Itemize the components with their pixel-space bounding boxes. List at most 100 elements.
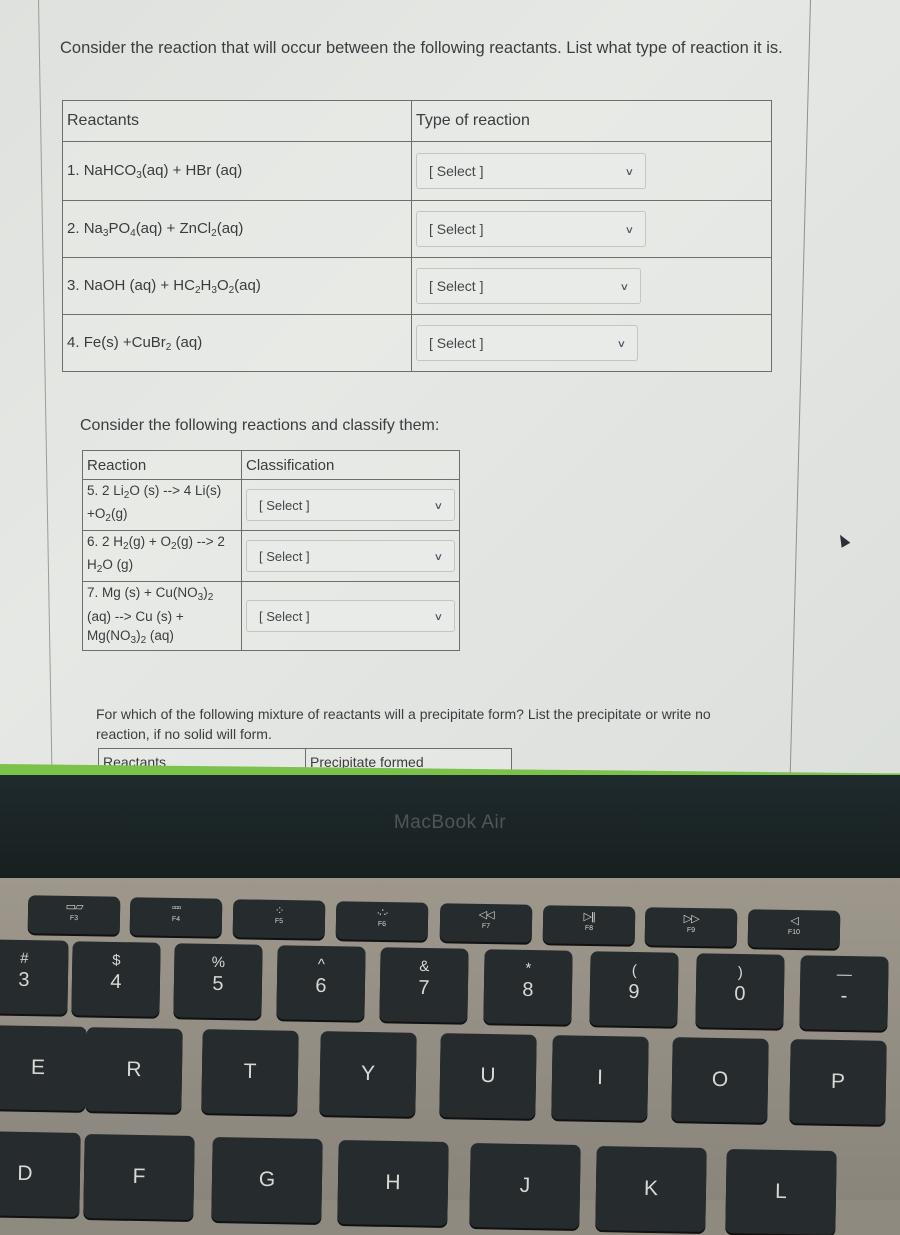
row-number: 1. — [67, 161, 84, 179]
chevron-down-icon: ∨ — [616, 338, 627, 350]
classification-select-5[interactable]: [ Select ] ∨ — [246, 489, 455, 521]
key-7[interactable]: & 7 — [379, 947, 469, 1023]
formula-text: (aq) — [216, 219, 244, 237]
key-6[interactable]: ^ 6 — [276, 945, 366, 1021]
row-formula: 2. Na3PO4(aq) + ZnCl2(aq) — [67, 219, 244, 239]
fast-forward-icon: ▷▷ — [683, 912, 699, 926]
key-9[interactable]: (9 — [589, 951, 679, 1027]
function-key-label: F8 — [584, 924, 594, 933]
reaction-cell: 5. 2 Li2O (s) --> 4 Li(s) +O2(g) — [82, 479, 242, 531]
chevron-down-icon: ∨ — [433, 611, 444, 623]
row-number: 2. — [67, 219, 84, 237]
key-f4[interactable]: ▫▫▫ F4 — [129, 897, 223, 937]
key-f7[interactable]: ◁◁ F7 — [439, 903, 533, 943]
chevron-down-icon: ∨ — [433, 551, 444, 563]
key-label: R — [126, 1057, 142, 1082]
table-row: 5. 2 Li2O (s) --> 4 Li(s) +O2(g) [ Selec… — [82, 479, 460, 531]
formula-text: (aq) + ZnCl — [135, 219, 212, 237]
key-o[interactable]: O — [671, 1037, 769, 1123]
key-main-symbol: 5 — [212, 972, 224, 996]
formula-text: (g) — [110, 506, 128, 521]
keyboard: ▭▱ F3 ▫▫▫ F4 ·:· F5 ·∴· F6 ◁◁ F7 ▷|| F8 ▷▷ F9 ◁ F10 #3 $… — [0, 878, 900, 1235]
formula-text: (g) + O — [128, 534, 171, 549]
key-f[interactable]: F — [83, 1134, 195, 1220]
reaction-header: Reaction — [82, 450, 242, 480]
key-t[interactable]: T — [201, 1029, 299, 1115]
key-g[interactable]: G — [211, 1137, 323, 1223]
row-number: 5. — [87, 483, 103, 498]
function-key-label: F4 — [171, 915, 181, 924]
key-f6[interactable]: ·∴· F6 — [335, 901, 429, 941]
key-5[interactable]: % 5 — [173, 943, 263, 1019]
reaction-type-select-4[interactable]: [ Select ] ∨ — [416, 325, 638, 361]
key-f5[interactable]: ·:· F5 — [232, 899, 326, 939]
key-8[interactable]: * 8 — [483, 949, 573, 1025]
type-of-reaction-header: Type of reaction — [411, 100, 772, 142]
keyboard-brightness-up-icon: ·∴· — [376, 906, 388, 920]
key-shift-symbol: ) — [737, 963, 743, 982]
table-row: 3. NaOH (aq) + HC2H3O2(aq) [ Select ] ∨ — [62, 257, 772, 315]
reactants-header: Reactants — [62, 100, 412, 142]
keyboard-brightness-down-icon: ·:· — [275, 903, 283, 917]
key-u[interactable]: U — [439, 1033, 537, 1119]
key-label: Y — [360, 1061, 376, 1086]
key-e[interactable]: E — [0, 1025, 87, 1111]
formula-text: O — [216, 276, 229, 294]
row-formula: 6. 2 H2(g) + O2(g) --> 2 H2O (g) — [87, 534, 225, 575]
laptop-screen: Consider the reaction that will occur be… — [0, 0, 900, 775]
classification-select-7[interactable]: [ Select ] ∨ — [246, 600, 455, 632]
key-main-symbol: 9 — [628, 980, 640, 1004]
key-main-symbol: 3 — [18, 968, 30, 992]
select-cell: [ Select ] ∨ — [411, 200, 772, 258]
reaction-type-select-1[interactable]: [ Select ] ∨ — [416, 153, 646, 189]
key--[interactable]: — - — [799, 955, 889, 1031]
content-right-border — [789, 0, 811, 775]
key-f9[interactable]: ▷▷ F9 — [644, 907, 738, 947]
row-formula: 5. 2 Li2O (s) --> 4 Li(s) +O2(g) — [87, 483, 221, 524]
play-pause-icon: ▷|| — [583, 910, 595, 924]
key-4[interactable]: $4 — [71, 941, 161, 1017]
select-value: [ Select ] — [429, 278, 484, 294]
key-label: E — [30, 1055, 46, 1080]
mute-icon: ◁ — [790, 914, 798, 928]
key-p[interactable]: P — [789, 1039, 887, 1125]
key-l[interactable]: L — [725, 1149, 837, 1235]
formula-text: Fe(s) +CuBr — [83, 333, 166, 351]
key-k[interactable]: K — [595, 1146, 707, 1232]
key-f10[interactable]: ◁ F10 — [747, 909, 841, 949]
formula-text: NaOH (aq) + HC — [83, 276, 195, 294]
key-main-symbol: 6 — [315, 974, 327, 998]
key-label: H — [385, 1170, 401, 1195]
reaction-cell: 7. Mg (s) + Cu(NO3)2 (aq) --> Cu (s) + M… — [82, 581, 242, 651]
key-shift-symbol: ( — [631, 961, 637, 980]
select-value: [ Select ] — [259, 608, 310, 624]
formula-text: H — [200, 276, 212, 294]
function-key-label: F7 — [481, 922, 491, 931]
key-h[interactable]: H — [337, 1140, 449, 1226]
select-cell: [ Select ] ∨ — [241, 479, 460, 531]
formula-text: PO — [108, 219, 131, 237]
key-label: T — [243, 1059, 257, 1084]
select-cell: [ Select ] ∨ — [411, 257, 772, 315]
key-r[interactable]: R — [85, 1027, 183, 1113]
key-shift-symbol: ^ — [317, 955, 325, 974]
reaction-type-select-2[interactable]: [ Select ] ∨ — [416, 211, 646, 247]
select-value: [ Select ] — [429, 221, 484, 237]
classification-select-6[interactable]: [ Select ] ∨ — [246, 540, 455, 572]
formula-text: Mg (s) + Cu(NO — [102, 584, 198, 600]
formula-text: NaHCO — [83, 161, 137, 179]
key-f8[interactable]: ▷|| F8 — [542, 905, 636, 945]
key-j[interactable]: J — [469, 1143, 581, 1229]
select-value: [ Select ] — [429, 163, 484, 179]
key-y[interactable]: Y — [319, 1031, 417, 1117]
key-d[interactable]: D — [0, 1131, 81, 1217]
row-formula: 1. NaHCO3(aq) + HBr (aq) — [67, 161, 242, 181]
key-i[interactable]: I — [551, 1035, 649, 1121]
content-left-border — [38, 0, 53, 775]
reaction-type-select-3[interactable]: [ Select ] ∨ — [416, 268, 641, 304]
select-cell: [ Select ] ∨ — [241, 581, 460, 651]
table-row: 4. Fe(s) +CuBr2 (aq) [ Select ] ∨ — [62, 314, 772, 372]
key-0[interactable]: ) 0 — [695, 953, 785, 1029]
key-f3[interactable]: ▭▱ F3 — [27, 895, 121, 935]
key-3[interactable]: #3 — [0, 939, 69, 1015]
